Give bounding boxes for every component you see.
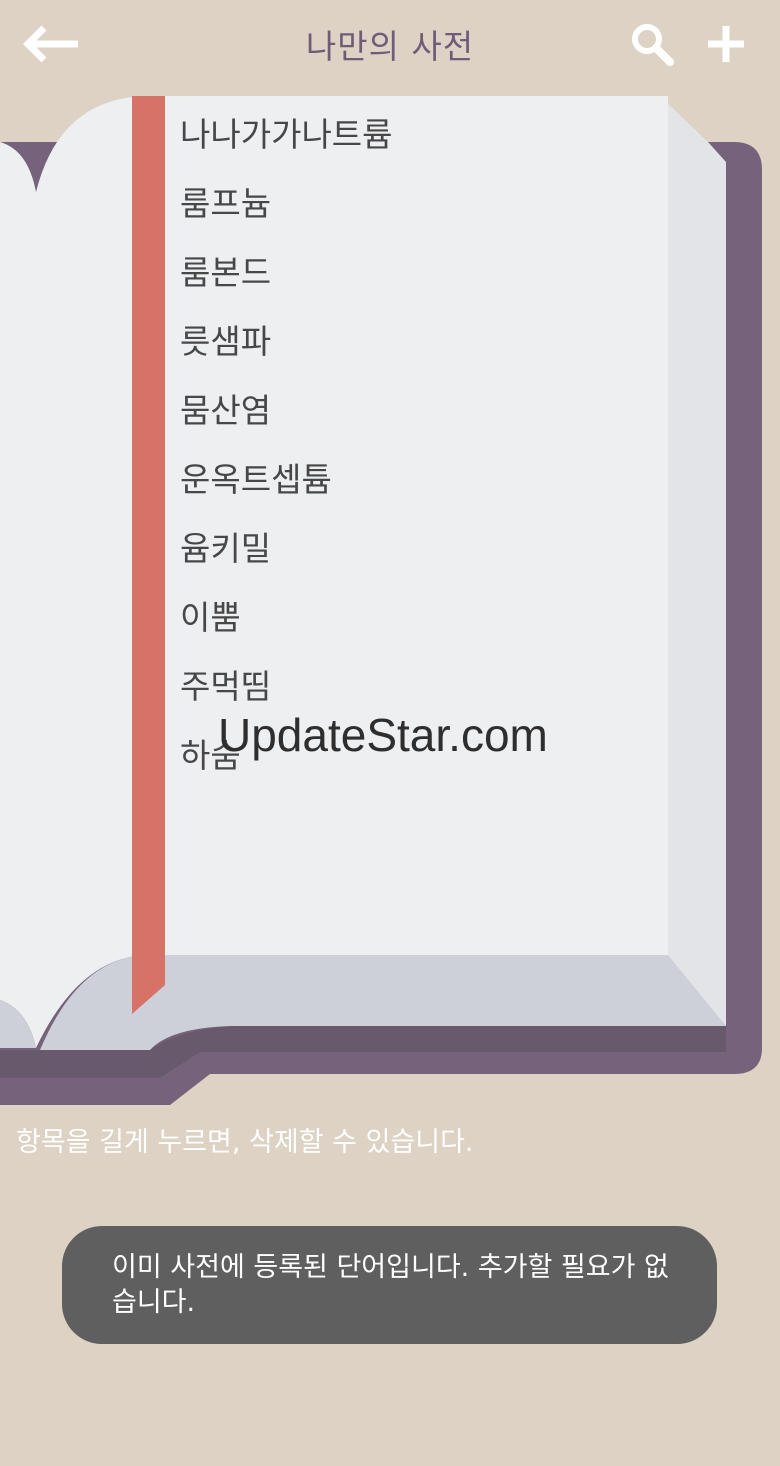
right-page-side: [660, 96, 726, 1026]
list-item[interactable]: 룸본드: [180, 238, 650, 307]
bookmark-ribbon: [132, 96, 165, 1014]
list-item[interactable]: 운옥트셉튬: [180, 445, 650, 514]
list-item[interactable]: 나나가가나트륨: [180, 100, 650, 169]
word-list: 나나가가나트륨 룸프늄 룸본드 릇샘파 뭄산염 운옥트셉튬 윰키밀 이뿜 주먹띰…: [180, 100, 650, 790]
list-item[interactable]: 릇샘파: [180, 307, 650, 376]
list-item[interactable]: 뭄산염: [180, 376, 650, 445]
left-page: [0, 142, 36, 1048]
delete-hint: 항목을 길게 누르면, 삭제할 수 있습니다.: [16, 1127, 474, 1158]
toast-message: 이미 사전에 등록된 단어입니다. 추가할 필요가 없습니다.: [62, 1226, 717, 1344]
watermark-text: UpdateStar.com: [218, 709, 548, 761]
list-item[interactable]: 윰키밀: [180, 514, 650, 583]
list-item[interactable]: 이뿜: [180, 583, 650, 652]
list-item[interactable]: 룸프늄: [180, 169, 650, 238]
